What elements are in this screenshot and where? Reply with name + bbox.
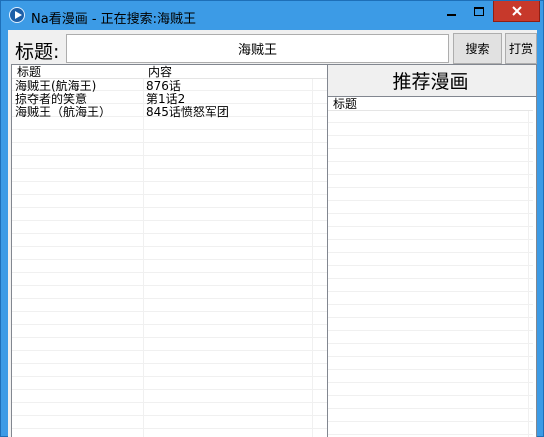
column-header-title[interactable]: 标题 xyxy=(12,65,41,79)
play-icon[interactable] xyxy=(9,7,25,23)
row-title: 海贼王（航海王） xyxy=(15,106,112,119)
search-label: 标题: xyxy=(15,41,60,63)
recommend-panel: 推荐漫画 标题 xyxy=(328,64,537,437)
recommend-header: 标题 xyxy=(328,97,536,111)
search-button[interactable]: 搜索 xyxy=(453,33,502,64)
minimize-icon xyxy=(447,13,456,16)
app-window: Na看漫画 - 正在搜索:海贼王 标题: 海贼王 搜索 打赏 标题 内容 海贼王… xyxy=(0,0,544,437)
title-bar[interactable]: Na看漫画 - 正在搜索:海贼王 xyxy=(1,1,543,30)
row-title: 掠夺者的笑意 xyxy=(15,93,88,106)
row-content: 第1话2 xyxy=(146,93,186,106)
row-content: 845话愤怒军团 xyxy=(146,106,229,119)
column-header-content[interactable]: 内容 xyxy=(143,65,172,79)
client-area: 标题: 海贼王 搜索 打赏 标题 内容 海贼王(航海王) 876话 掠夺者的笑意… xyxy=(8,30,537,437)
search-input[interactable]: 海贼王 xyxy=(66,34,449,63)
row-content: 876话 xyxy=(146,80,181,93)
results-header: 标题 内容 xyxy=(12,65,327,79)
results-list[interactable]: 标题 内容 海贼王(航海王) 876话 掠夺者的笑意 第1话2 海贼王（航海王）… xyxy=(11,64,328,437)
close-button[interactable] xyxy=(493,1,540,22)
maximize-button[interactable] xyxy=(465,1,492,22)
window-title: Na看漫画 - 正在搜索:海贼王 xyxy=(31,12,197,27)
table-row[interactable]: 海贼王（航海王） 845话愤怒军团 xyxy=(12,106,327,119)
minimize-button[interactable] xyxy=(438,1,465,22)
row-title: 海贼王(航海王) xyxy=(15,80,97,93)
column-header-title[interactable]: 标题 xyxy=(328,97,357,111)
maximize-icon xyxy=(473,7,484,16)
close-icon xyxy=(511,6,522,16)
tip-button[interactable]: 打赏 xyxy=(505,33,537,64)
recommend-heading: 推荐漫画 xyxy=(392,71,469,93)
table-row[interactable]: 掠夺者的笑意 第1话2 xyxy=(12,93,327,106)
table-row[interactable]: 海贼王(航海王) 876话 xyxy=(12,80,327,93)
recommend-list[interactable]: 标题 xyxy=(328,96,536,437)
